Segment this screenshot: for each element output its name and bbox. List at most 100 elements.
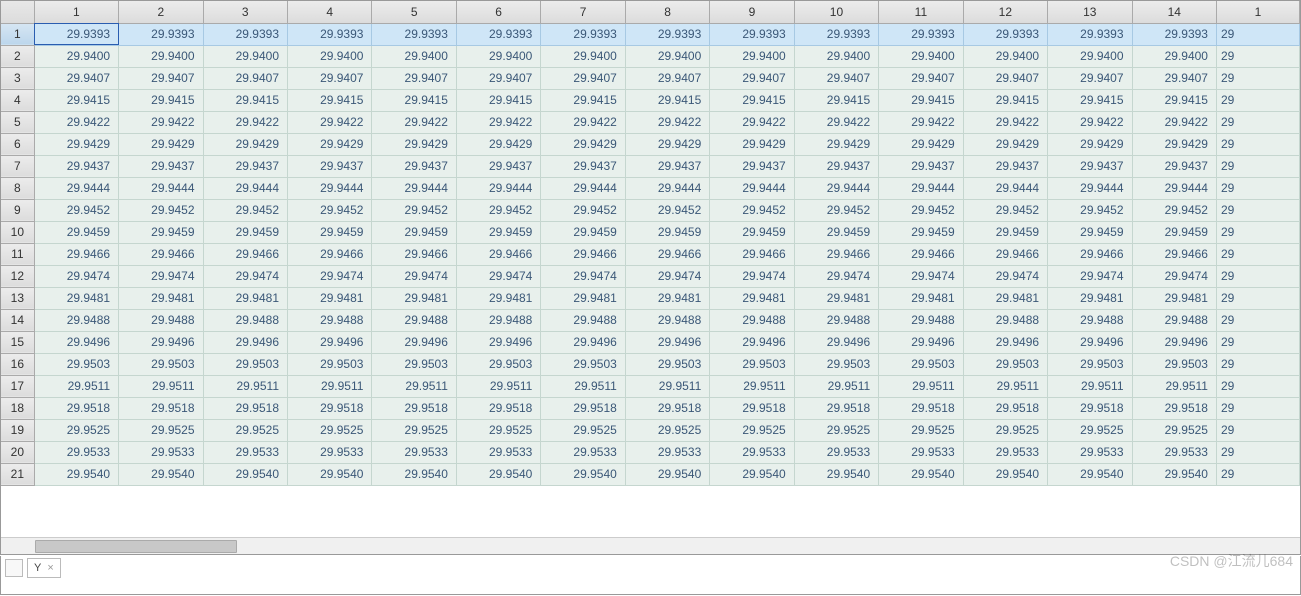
cell[interactable]: 29.9437: [963, 155, 1047, 177]
row-header[interactable]: 10: [1, 221, 34, 243]
cell[interactable]: 29.9518: [625, 397, 709, 419]
cell[interactable]: 29.9393: [1048, 23, 1132, 45]
cell[interactable]: 29.9393: [119, 23, 203, 45]
close-icon[interactable]: ×: [47, 562, 53, 574]
cell[interactable]: 29.9422: [963, 111, 1047, 133]
cell[interactable]: 29.9518: [879, 397, 963, 419]
cell[interactable]: 29.9437: [288, 155, 372, 177]
cell[interactable]: 29.9415: [710, 89, 794, 111]
cell[interactable]: 29.9415: [1048, 89, 1132, 111]
cell[interactable]: 29.9488: [372, 309, 456, 331]
cell[interactable]: 29.9466: [625, 243, 709, 265]
cell[interactable]: 29.9466: [794, 243, 878, 265]
cell[interactable]: 29.9474: [625, 265, 709, 287]
cell[interactable]: 29.9393: [625, 23, 709, 45]
cell[interactable]: 29.9503: [1132, 353, 1216, 375]
column-header[interactable]: 10: [794, 1, 878, 23]
cell[interactable]: 29.9503: [372, 353, 456, 375]
cell[interactable]: 29.9444: [288, 177, 372, 199]
cell[interactable]: 29.9503: [541, 353, 625, 375]
column-header[interactable]: 3: [203, 1, 287, 23]
cell[interactable]: 29.9444: [456, 177, 540, 199]
column-header[interactable]: 12: [963, 1, 1047, 23]
cell[interactable]: 29.9407: [456, 67, 540, 89]
cell[interactable]: 29.9481: [203, 287, 287, 309]
cell[interactable]: 29.9525: [710, 419, 794, 441]
cell[interactable]: 29.9540: [879, 463, 963, 485]
column-header[interactable]: 6: [456, 1, 540, 23]
cell[interactable]: 29.9400: [625, 45, 709, 67]
cell[interactable]: 29.9540: [34, 463, 118, 485]
cell[interactable]: 29.9533: [710, 441, 794, 463]
cell[interactable]: 29.9444: [1048, 177, 1132, 199]
cell[interactable]: 29: [1216, 441, 1299, 463]
cell[interactable]: 29.9415: [963, 89, 1047, 111]
cell[interactable]: 29.9525: [963, 419, 1047, 441]
cell[interactable]: 29.9459: [625, 221, 709, 243]
cell[interactable]: 29.9407: [203, 67, 287, 89]
cell[interactable]: 29.9511: [1048, 375, 1132, 397]
cell[interactable]: 29.9422: [456, 111, 540, 133]
cell[interactable]: 29.9481: [1048, 287, 1132, 309]
cell[interactable]: 29.9429: [794, 133, 878, 155]
cell[interactable]: 29.9481: [288, 287, 372, 309]
cell[interactable]: 29.9525: [119, 419, 203, 441]
cell[interactable]: 29.9511: [456, 375, 540, 397]
cell[interactable]: 29.9400: [456, 45, 540, 67]
cell[interactable]: 29.9422: [625, 111, 709, 133]
cell[interactable]: 29.9540: [794, 463, 878, 485]
cell[interactable]: 29.9429: [456, 133, 540, 155]
cell[interactable]: 29.9518: [288, 397, 372, 419]
cell[interactable]: 29.9415: [1132, 89, 1216, 111]
cell[interactable]: 29.9474: [203, 265, 287, 287]
cell[interactable]: 29: [1216, 375, 1299, 397]
cell[interactable]: 29.9393: [456, 23, 540, 45]
row-header[interactable]: 20: [1, 441, 34, 463]
cell[interactable]: 29.9437: [372, 155, 456, 177]
cell[interactable]: 29.9533: [1132, 441, 1216, 463]
row-header[interactable]: 9: [1, 199, 34, 221]
cell[interactable]: 29.9525: [34, 419, 118, 441]
cell[interactable]: 29.9533: [203, 441, 287, 463]
row-header[interactable]: 21: [1, 463, 34, 485]
cell[interactable]: 29.9444: [879, 177, 963, 199]
cell[interactable]: 29.9525: [456, 419, 540, 441]
cell[interactable]: 29.9488: [288, 309, 372, 331]
cell[interactable]: 29.9415: [879, 89, 963, 111]
cell[interactable]: 29.9437: [541, 155, 625, 177]
cell[interactable]: 29: [1216, 309, 1299, 331]
cell[interactable]: 29.9429: [541, 133, 625, 155]
cell[interactable]: 29.9393: [541, 23, 625, 45]
cell[interactable]: 29.9452: [541, 199, 625, 221]
cell[interactable]: 29.9437: [1132, 155, 1216, 177]
row-header[interactable]: 4: [1, 89, 34, 111]
cell[interactable]: 29: [1216, 89, 1299, 111]
cell[interactable]: 29.9466: [1048, 243, 1132, 265]
cell[interactable]: 29.9481: [794, 287, 878, 309]
cell[interactable]: 29.9466: [710, 243, 794, 265]
cell[interactable]: 29.9400: [34, 45, 118, 67]
row-header[interactable]: 2: [1, 45, 34, 67]
cell[interactable]: 29.9400: [710, 45, 794, 67]
cell[interactable]: 29.9407: [1048, 67, 1132, 89]
cell[interactable]: 29.9452: [288, 199, 372, 221]
cell[interactable]: 29.9474: [879, 265, 963, 287]
cell[interactable]: 29.9422: [794, 111, 878, 133]
cell[interactable]: 29.9407: [625, 67, 709, 89]
cell[interactable]: 29.9452: [1048, 199, 1132, 221]
cell[interactable]: 29.9466: [34, 243, 118, 265]
cell[interactable]: 29.9503: [1048, 353, 1132, 375]
cell[interactable]: 29.9444: [963, 177, 1047, 199]
horizontal-scrollbar[interactable]: [1, 537, 1300, 554]
cell[interactable]: 29.9407: [794, 67, 878, 89]
cell[interactable]: 29.9437: [1048, 155, 1132, 177]
cell[interactable]: 29: [1216, 111, 1299, 133]
add-sheet-button[interactable]: [5, 559, 23, 577]
cell[interactable]: 29: [1216, 67, 1299, 89]
cell[interactable]: 29.9415: [119, 89, 203, 111]
cell[interactable]: 29.9429: [1132, 133, 1216, 155]
cell[interactable]: 29.9466: [1132, 243, 1216, 265]
column-header[interactable]: 7: [541, 1, 625, 23]
cell[interactable]: 29.9452: [625, 199, 709, 221]
cell[interactable]: 29.9525: [1048, 419, 1132, 441]
